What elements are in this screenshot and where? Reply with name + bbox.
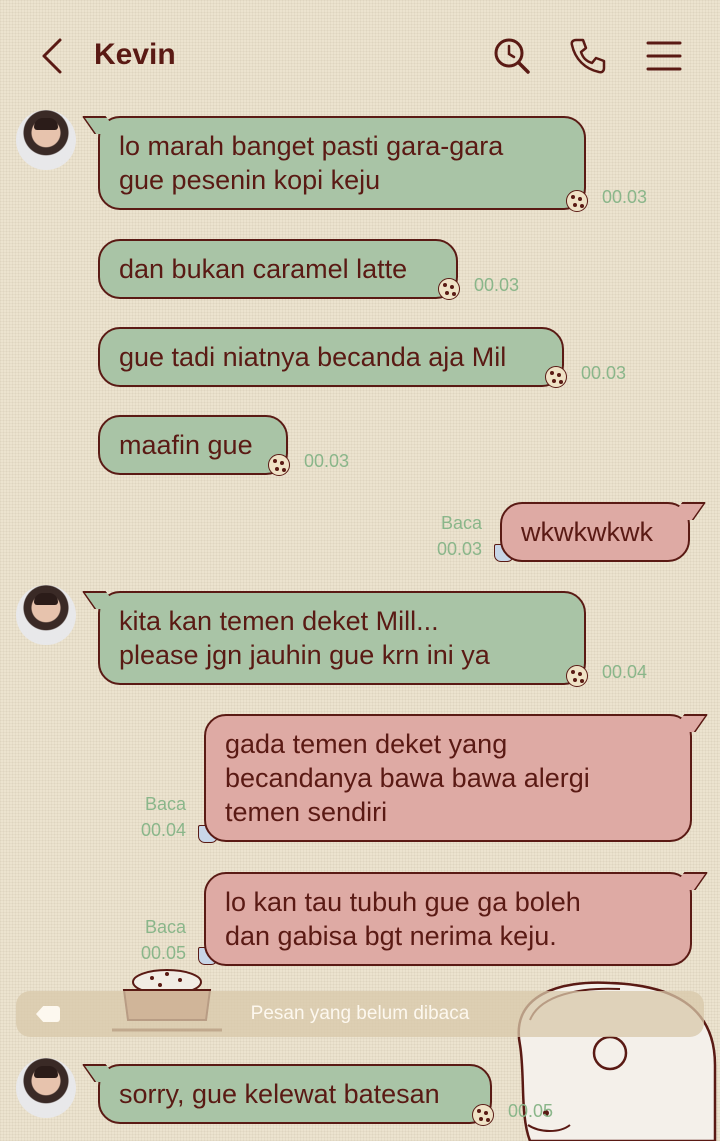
message-bubble[interactable]: kita kan temen deket Mill... please jgn …: [98, 591, 586, 685]
message-time: 00.03: [474, 275, 520, 295]
cookie-sticker-icon: [438, 278, 460, 300]
read-status: Baca: [440, 513, 482, 533]
message-time: 00.04: [602, 662, 648, 682]
message-bubble[interactable]: maafin gue: [98, 415, 288, 475]
message-bubble[interactable]: dan bukan caramel latte: [98, 239, 458, 299]
unread-messages-divider: Pesan yang belum dibaca: [16, 991, 704, 1037]
avatar[interactable]: [16, 585, 76, 645]
message-bubble[interactable]: wkwkwkwk: [500, 502, 690, 562]
unread-divider-label: Pesan yang belum dibaca: [250, 1003, 470, 1024]
message-bubble[interactable]: lo marah banget pasti gara-gara gue pese…: [98, 116, 586, 210]
avatar[interactable]: [16, 110, 76, 170]
menu-icon: [646, 41, 682, 71]
message-time: 00.03: [602, 187, 648, 207]
message-time: 00.03: [436, 539, 482, 559]
message-time: 00.03: [581, 363, 627, 383]
read-status: Baca: [144, 794, 186, 814]
cookie-sticker-icon: [566, 190, 588, 212]
message-bubble[interactable]: gue tadi niatnya becanda aja Mil: [98, 327, 564, 387]
message-time: 00.05: [508, 1101, 554, 1121]
read-status: Baca: [144, 917, 186, 937]
phone-icon: [570, 38, 606, 74]
search-icon: [494, 38, 530, 74]
message-bubble[interactable]: lo kan tau tubuh gue ga boleh dan gabisa…: [204, 872, 692, 966]
avatar[interactable]: [16, 1058, 76, 1118]
message-bubble[interactable]: gada temen deket yang becandanya bawa ba…: [204, 714, 692, 842]
message-time: 00.04: [140, 820, 186, 840]
search-button[interactable]: [492, 36, 532, 76]
call-button[interactable]: [568, 36, 608, 76]
chat-header: Kevin: [0, 0, 720, 112]
cookie-sticker-icon: [566, 665, 588, 687]
message-time: 00.03: [304, 451, 350, 471]
message-bubble[interactable]: sorry, gue kelewat batesan: [98, 1064, 492, 1124]
menu-button[interactable]: [644, 36, 684, 76]
cookie-sticker-icon: [545, 366, 567, 388]
contact-name[interactable]: Kevin: [94, 38, 176, 72]
chevron-left-icon: [42, 38, 62, 74]
cookie-sticker-icon: [472, 1104, 494, 1126]
cookie-sticker-icon: [268, 454, 290, 476]
back-button[interactable]: [34, 36, 74, 76]
